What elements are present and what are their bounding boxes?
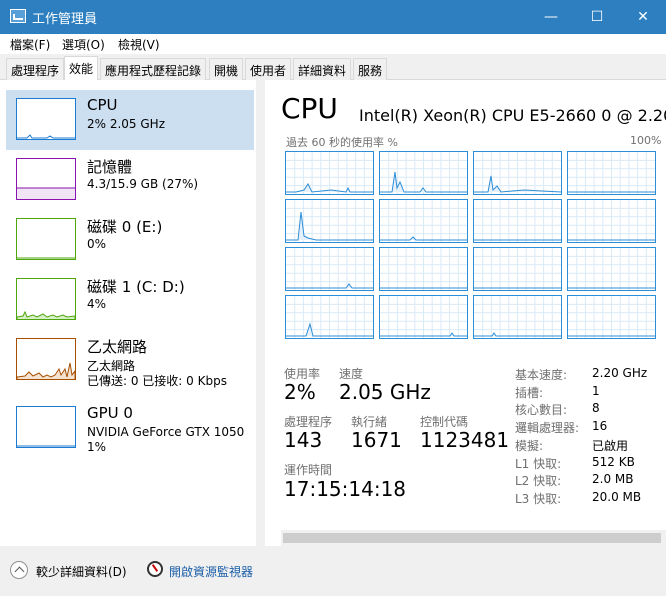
window-title: 工作管理員 bbox=[32, 12, 98, 27]
spec-label: L3 快取: bbox=[515, 491, 562, 506]
logical-processor-graph bbox=[285, 295, 374, 339]
sidebar-item-name: 記憶體 bbox=[87, 158, 133, 176]
close-button[interactable]: ✕ bbox=[620, 0, 666, 34]
minimize-button[interactable]: — bbox=[528, 0, 574, 34]
logical-processor-graph bbox=[473, 247, 562, 291]
cpu-model-name: Intel(R) Xeon(R) CPU E5-2660 0 @ 2.20 bbox=[359, 106, 666, 125]
tab-services[interactable]: 服務 bbox=[353, 58, 388, 80]
uptime-value: 17:15:14:18 bbox=[284, 477, 407, 501]
logical-processor-graph bbox=[473, 151, 562, 195]
task-manager-icon bbox=[10, 9, 26, 23]
logical-processor-graph bbox=[379, 199, 468, 243]
sidebar-item-detail: 0% bbox=[87, 237, 107, 251]
chevron-up-icon[interactable] bbox=[10, 561, 28, 579]
menu-options[interactable]: 選項(O) bbox=[62, 36, 105, 53]
speed-value: 2.05 GHz bbox=[339, 380, 431, 404]
spec-value: 已啟用 bbox=[592, 438, 629, 453]
sidebar-item-ethernet[interactable]: 乙太網路 乙太網路 已傳送: 0 已接收: 0 Kbps bbox=[6, 330, 254, 390]
pane-divider[interactable] bbox=[256, 80, 265, 546]
spec-value: 8 bbox=[592, 401, 600, 416]
tab-app-history[interactable]: 應用程式歷程記錄 bbox=[100, 58, 207, 80]
logical-processor-graph bbox=[285, 151, 374, 195]
tab-details[interactable]: 詳細資料 bbox=[293, 58, 352, 80]
logical-processor-graph bbox=[379, 295, 468, 339]
footer-bar: 較少詳細資料(D) 開啟資源監視器 bbox=[0, 546, 666, 596]
logical-processor-graph bbox=[567, 151, 656, 195]
sidebar-item-detail: 4% bbox=[87, 297, 107, 311]
disk0-thumbnail-graph bbox=[16, 218, 76, 260]
handles-value: 1123481 bbox=[420, 428, 510, 452]
fewer-details-button[interactable]: 較少詳細資料(D) bbox=[36, 563, 127, 580]
spec-label: 基本速度: bbox=[515, 368, 568, 382]
sidebar-item-detail: NVIDIA GeForce GTX 1050 bbox=[87, 425, 245, 439]
scrollbar-thumb[interactable] bbox=[283, 533, 661, 543]
logical-processor-graph bbox=[567, 199, 656, 243]
sidebar-item-name: CPU bbox=[87, 96, 118, 114]
graph-caption: 過去 60 秒的使用率 % bbox=[286, 136, 398, 149]
utilization-value: 2% bbox=[284, 380, 316, 404]
spec-value: 512 KB bbox=[592, 454, 635, 469]
open-resource-monitor-link[interactable]: 開啟資源監視器 bbox=[169, 563, 253, 580]
spec-label: 模擬: bbox=[515, 438, 544, 453]
sidebar-item-name: 磁碟 1 (C: D:) bbox=[87, 278, 185, 296]
sidebar-item-name: GPU 0 bbox=[87, 404, 133, 422]
logical-processor-graph bbox=[285, 247, 374, 291]
logical-processor-graph bbox=[473, 295, 562, 339]
spec-value: 2.20 GHz bbox=[592, 366, 648, 380]
logical-processor-graph bbox=[567, 247, 656, 291]
logical-processor-graph bbox=[567, 295, 656, 339]
sidebar-item-memory[interactable]: 記憶體 4.3/15.9 GB (27%) bbox=[6, 150, 254, 210]
menu-view[interactable]: 檢視(V) bbox=[118, 36, 160, 53]
logical-processor-graph bbox=[285, 199, 374, 243]
sidebar-item-detail: 4.3/15.9 GB (27%) bbox=[87, 177, 199, 191]
ethernet-thumbnail-graph bbox=[16, 338, 76, 380]
spec-label: L1 快取: bbox=[515, 456, 562, 471]
page-title: CPU bbox=[281, 92, 338, 125]
tab-processes[interactable]: 處理程序 bbox=[6, 58, 65, 80]
tab-bar: 處理程序 效能 應用程式歷程記錄 開機 使用者 詳細資料 服務 bbox=[0, 54, 666, 81]
processes-value: 143 bbox=[284, 428, 323, 452]
spec-label: 核心數目: bbox=[515, 403, 568, 418]
spec-value: 1 bbox=[592, 383, 600, 398]
horizontal-scrollbar[interactable] bbox=[281, 530, 666, 546]
graph-max-label: 100% bbox=[630, 134, 662, 147]
disk1-thumbnail-graph bbox=[16, 278, 76, 320]
tab-startup[interactable]: 開機 bbox=[209, 58, 244, 80]
spec-value: 20.0 MB bbox=[592, 489, 642, 504]
threads-value: 1671 bbox=[351, 428, 402, 452]
sidebar-item-disk1[interactable]: 磁碟 1 (C: D:) 4% bbox=[6, 270, 254, 330]
sidebar-item-name: 乙太網路 bbox=[87, 338, 148, 356]
gpu-thumbnail-graph bbox=[16, 406, 76, 448]
menu-file[interactable]: 檔案(F) bbox=[10, 36, 50, 53]
spec-label: 插槽: bbox=[515, 385, 544, 400]
logical-processor-graph bbox=[379, 247, 468, 291]
tab-performance[interactable]: 效能 bbox=[64, 56, 99, 81]
logical-processor-graph bbox=[379, 151, 468, 195]
memory-thumbnail-graph bbox=[16, 158, 76, 200]
sidebar-item-gpu[interactable]: GPU 0 NVIDIA GeForce GTX 1050 1% bbox=[6, 398, 254, 458]
logical-processor-graph bbox=[473, 199, 562, 243]
sidebar-item-name: 磁碟 0 (E:) bbox=[87, 218, 163, 236]
spec-value: 2.0 MB bbox=[592, 472, 634, 487]
resource-monitor-icon bbox=[147, 561, 163, 577]
spec-value: 16 bbox=[592, 419, 608, 434]
spec-label: 邏輯處理器: bbox=[515, 421, 580, 436]
maximize-button[interactable]: ☐ bbox=[574, 0, 620, 34]
menu-bar: 檔案(F) 選項(O) 檢視(V) bbox=[0, 34, 666, 54]
title-bar: 工作管理員 — ☐ ✕ bbox=[0, 0, 666, 34]
sidebar-item-usage: 1% bbox=[87, 440, 107, 454]
sidebar-item-disk0[interactable]: 磁碟 0 (E:) 0% bbox=[6, 210, 254, 270]
cpu-thumbnail-graph bbox=[16, 98, 76, 140]
sidebar-item-cpu[interactable]: CPU 2% 2.05 GHz bbox=[6, 90, 254, 150]
spec-label: L2 快取: bbox=[515, 474, 562, 489]
sidebar-item-detail: 2% 2.05 GHz bbox=[87, 117, 166, 131]
sidebar-item-throughput: 已傳送: 0 已接收: 0 Kbps bbox=[87, 374, 227, 388]
tab-users[interactable]: 使用者 bbox=[245, 58, 292, 80]
uptime-label: 運作時間 bbox=[284, 463, 333, 477]
